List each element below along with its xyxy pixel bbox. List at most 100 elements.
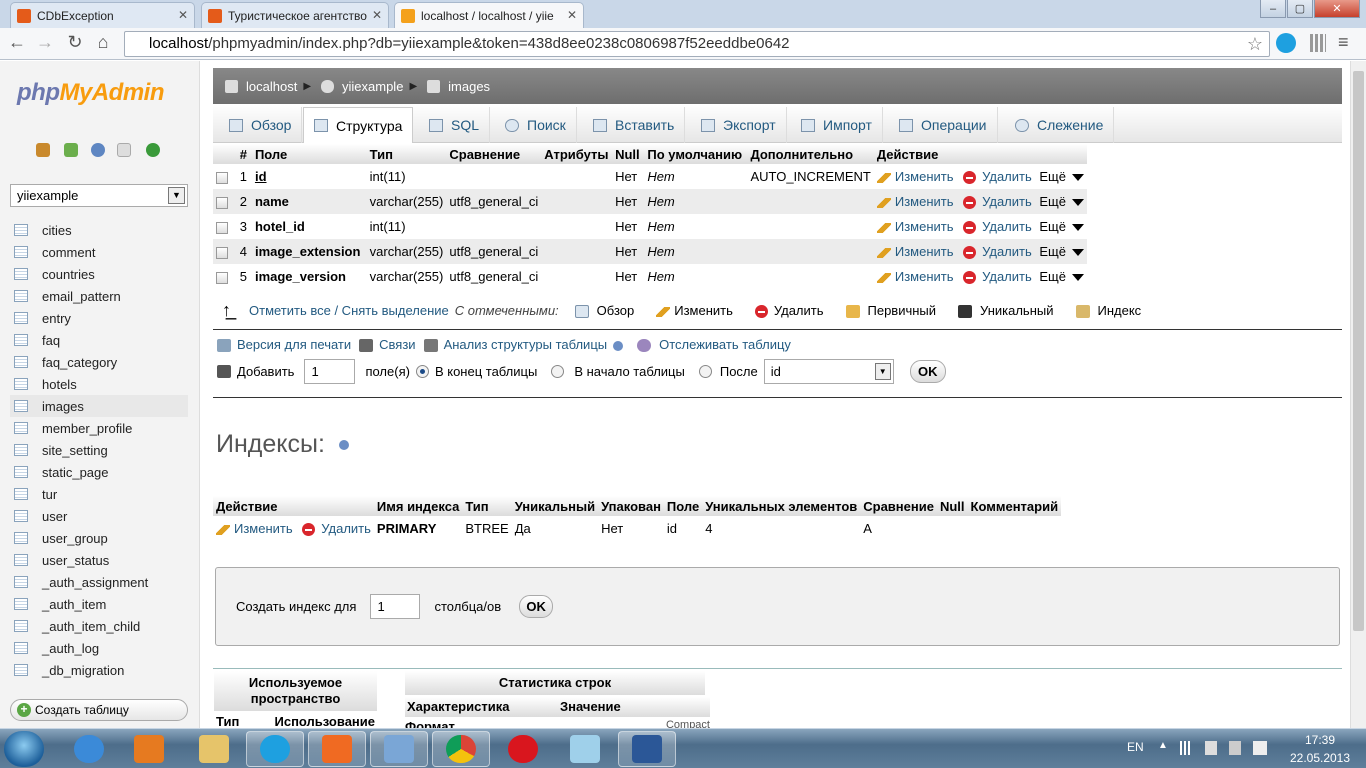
taskbar-word[interactable] — [618, 731, 676, 767]
delete-field-link[interactable]: Удалить — [963, 269, 1032, 285]
tab-insert[interactable]: Вставить — [583, 107, 686, 143]
check-all-link[interactable]: Отметить все / Снять выделение — [249, 303, 449, 318]
sidebar-item-cities[interactable]: cities — [10, 219, 188, 241]
sidebar-item-faq[interactable]: faq — [10, 329, 188, 351]
menu-wrench-icon[interactable]: ≡ — [1338, 32, 1349, 53]
bulk-edit-button[interactable]: Изменить — [656, 303, 733, 318]
sidebar-item--auth-item-child[interactable]: _auth_item_child — [10, 615, 188, 637]
edit-field-link[interactable]: Изменить — [876, 194, 954, 209]
sidebar-item-faq-category[interactable]: faq_category — [10, 351, 188, 373]
index-columns-input[interactable]: 1 — [370, 594, 421, 619]
sidebar-item-countries[interactable]: countries — [10, 263, 188, 285]
print-link[interactable]: Версия для печати — [217, 337, 351, 353]
close-tab-icon[interactable]: ✕ — [178, 8, 188, 22]
database-select[interactable]: yiiexample ▼ — [10, 184, 188, 207]
after-radio[interactable] — [698, 365, 712, 378]
row-checkbox[interactable] — [216, 271, 228, 284]
delete-field-link[interactable]: Удалить — [963, 219, 1032, 235]
tab-search[interactable]: Поиск — [495, 107, 577, 143]
tab-export[interactable]: Экспорт — [691, 107, 787, 143]
taskbar-xampp[interactable] — [308, 731, 366, 767]
sidebar-item-email-pattern[interactable]: email_pattern — [10, 285, 188, 307]
track-link[interactable]: Отслеживать таблицу — [637, 337, 791, 353]
help-icon[interactable] — [91, 143, 105, 157]
delete-field-link[interactable]: Удалить — [963, 194, 1032, 210]
scrollbar-thumb[interactable] — [1353, 71, 1364, 631]
network-icon[interactable] — [1180, 741, 1196, 755]
tab-sql[interactable]: SQL — [419, 107, 491, 143]
tab-operations[interactable]: Операции — [889, 107, 998, 143]
breadcrumb-server[interactable]: localhost — [225, 79, 297, 94]
tab-structure[interactable]: Структура — [303, 107, 414, 143]
sidebar-item--auth-assignment[interactable]: _auth_assignment — [10, 571, 188, 593]
row-checkbox[interactable] — [216, 196, 228, 209]
sidebar-item--auth-item[interactable]: _auth_item — [10, 593, 188, 615]
taskbar-notepad[interactable] — [556, 731, 614, 767]
maximize-button[interactable]: ▢ — [1287, 0, 1313, 18]
bookmark-star-icon[interactable]: ☆ — [1247, 32, 1263, 56]
create-table-button[interactable]: Создать таблицу — [10, 699, 188, 721]
close-tab-icon[interactable]: ✕ — [372, 8, 382, 22]
bulk-primary-button[interactable]: Первичный — [845, 303, 936, 319]
extension-icon[interactable] — [1310, 34, 1326, 52]
tray-expand-icon[interactable]: ▲ — [1158, 740, 1168, 751]
sidebar-item-comment[interactable]: comment — [10, 241, 188, 263]
sidebar-item-site-setting[interactable]: site_setting — [10, 439, 188, 461]
minimize-button[interactable]: – — [1260, 0, 1286, 18]
row-checkbox[interactable] — [216, 221, 228, 234]
taskbar-app[interactable] — [370, 731, 428, 767]
volume-icon[interactable] — [1253, 741, 1267, 755]
taskbar-media[interactable] — [120, 731, 178, 767]
tab-browse[interactable]: Обзор — [219, 107, 303, 143]
sidebar-item-tur[interactable]: tur — [10, 483, 188, 505]
row-checkbox[interactable] — [216, 171, 228, 184]
taskbar-ie[interactable] — [60, 731, 118, 767]
at-start-radio[interactable] — [551, 365, 565, 378]
bulk-browse-button[interactable]: Обзор — [574, 303, 634, 319]
skype-icon[interactable] — [1276, 33, 1296, 53]
clock-time[interactable]: 17:39 — [1292, 733, 1348, 747]
back-arrow-icon[interactable]: ← — [6, 32, 28, 53]
bulk-index-button[interactable]: Индекс — [1075, 303, 1141, 319]
pma-logo[interactable]: phpMyAdmin — [17, 79, 164, 107]
scrollbar[interactable] — [1350, 61, 1366, 728]
bulk-delete-button[interactable]: Удалить — [754, 303, 824, 319]
edit-field-link[interactable]: Изменить — [876, 169, 954, 184]
refresh-icon[interactable] — [146, 143, 160, 157]
at-end-radio[interactable] — [415, 365, 429, 378]
close-window-button[interactable]: ✕ — [1314, 0, 1360, 18]
language-indicator[interactable]: EN — [1127, 740, 1144, 754]
sidebar-item-user-group[interactable]: user_group — [10, 527, 188, 549]
home-icon[interactable] — [36, 143, 50, 157]
home-icon[interactable]: ⌂ — [92, 32, 114, 53]
docs-icon[interactable] — [117, 143, 131, 157]
analyze-link[interactable]: Анализ структуры таблицы — [423, 337, 624, 353]
row-checkbox[interactable] — [216, 246, 228, 259]
edit-field-link[interactable]: Изменить — [876, 269, 954, 284]
taskbar-skype[interactable] — [246, 731, 304, 767]
reload-icon[interactable]: ↻ — [64, 32, 86, 53]
create-index-ok-button[interactable]: OK — [519, 595, 554, 618]
breadcrumb-table[interactable]: images — [427, 79, 490, 94]
flag-icon[interactable] — [1205, 741, 1217, 755]
browser-tab-pma[interactable]: localhost / localhost / yiie ✕ — [394, 2, 584, 28]
more-actions-dropdown[interactable]: Ещё — [1039, 244, 1084, 259]
edit-field-link[interactable]: Изменить — [876, 244, 954, 259]
browser-tab-agency[interactable]: Туристическое агентство ✕ — [201, 2, 389, 28]
add-field-count-input[interactable]: 1 — [304, 359, 356, 384]
sidebar-item-member-profile[interactable]: member_profile — [10, 417, 188, 439]
start-button[interactable] — [4, 731, 44, 767]
help-icon[interactable] — [338, 440, 349, 451]
breadcrumb-database[interactable]: yiiexample — [321, 79, 403, 94]
forward-arrow-icon[interactable]: → — [34, 32, 56, 53]
edit-field-link[interactable]: Изменить — [876, 219, 954, 234]
close-tab-icon[interactable]: ✕ — [567, 8, 577, 22]
sidebar-item-user[interactable]: user — [10, 505, 188, 527]
sidebar-item-hotels[interactable]: hotels — [10, 373, 188, 395]
delete-field-link[interactable]: Удалить — [963, 244, 1032, 260]
sidebar-item--db-migration[interactable]: _db_migration — [10, 659, 188, 681]
more-actions-dropdown[interactable]: Ещё — [1039, 219, 1084, 234]
tab-import[interactable]: Импорт — [791, 107, 883, 143]
sidebar-item-entry[interactable]: entry — [10, 307, 188, 329]
sidebar-item-user-status[interactable]: user_status — [10, 549, 188, 571]
